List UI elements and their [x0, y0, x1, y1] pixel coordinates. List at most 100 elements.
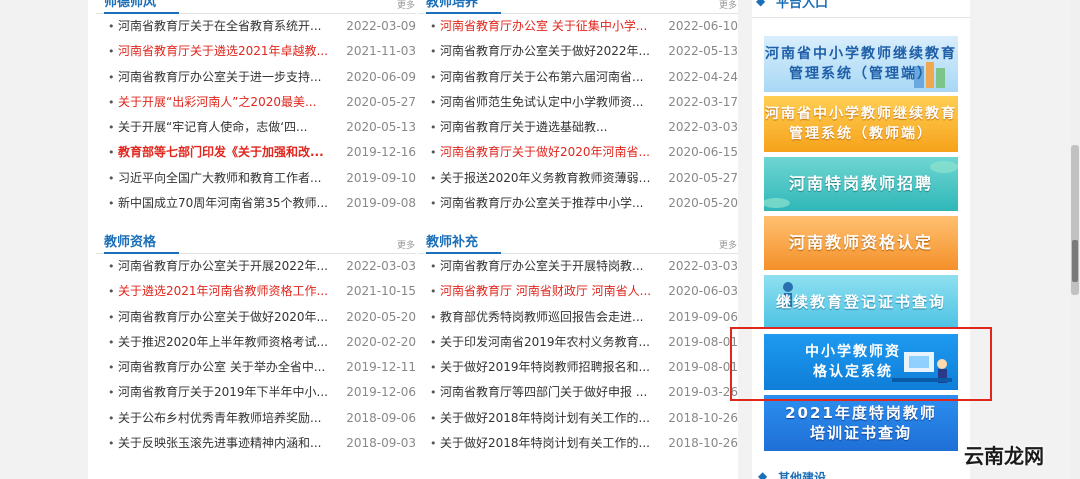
news-title-link[interactable]: 关于做好2018年特岗计划有关工作的...: [440, 406, 660, 431]
list-item[interactable]: • 河南省师范生免试认定中小学教师资... 2022-03-17: [418, 90, 738, 115]
banner-cet-teacher[interactable]: 河南省中小学教师继续教育管理系统（教师端）: [764, 96, 958, 152]
news-title-link[interactable]: 河南省教育厅办公室关于做好2022年...: [440, 39, 660, 64]
more-link[interactable]: 更多: [719, 0, 737, 11]
list-item[interactable]: • 关于做好2018年特岗计划有关工作的... 2018-10-26: [418, 431, 738, 456]
banner-qualification-cert[interactable]: 河南教师资格认定: [764, 216, 958, 270]
list-item[interactable]: • 河南省教育厅办公室关于做好2020年... 2020-05-20: [96, 305, 416, 330]
bullet-icon: •: [108, 171, 115, 185]
scrollbar[interactable]: [1070, 0, 1080, 479]
bullet-icon: •: [430, 361, 437, 375]
list-item[interactable]: • 河南省教育厅办公室关于做好2022年... 2022-05-13: [418, 39, 738, 64]
list-item[interactable]: • 关于公布乡村优秀青年教师培养奖励... 2018-09-06: [96, 406, 416, 431]
news-title-link[interactable]: 关于做好2019年特岗教师招聘报名和...: [440, 355, 660, 380]
news-title-link[interactable]: 河南省教育厅办公室关于推荐中小学...: [440, 191, 660, 216]
news-title-link[interactable]: 关于开展“牢记育人使命，志做‘四...: [118, 115, 338, 140]
news-date: 2020-05-13: [346, 120, 416, 135]
list-item[interactable]: • 教育部等七部门印发《关于加强和改... 2019-12-16: [96, 140, 416, 165]
news-title-link[interactable]: 关于报送2020年义务教育教师资薄弱环...: [440, 166, 660, 191]
news-title-link[interactable]: 河南省教育厅等四部门关于做好申报 ...: [440, 380, 660, 405]
banner-special-post-recruit[interactable]: 河南特岗教师招聘: [764, 157, 958, 211]
news-title-link[interactable]: 关于公布乡村优秀青年教师培养奖励...: [118, 406, 338, 431]
news-date: 2022-03-03: [668, 259, 738, 273]
list-item[interactable]: • 河南省教育厅等四部门关于做好申报 ... 2019-03-26: [418, 380, 738, 405]
list-item[interactable]: • 新中国成立70周年河南省第35个教师... 2019-09-08: [96, 191, 416, 216]
list-item[interactable]: • 关于推迟2020年上半年教师资格考试... 2020-02-20: [96, 330, 416, 355]
list-item[interactable]: • 关于遴选2021年河南省教师资格工作... 2021-10-15: [96, 279, 416, 304]
news-title-link[interactable]: 河南省教育厅关于公布第六届河南省...: [440, 65, 660, 90]
list-item[interactable]: • 关于印发河南省2019年农村义务教育... 2019-08-01: [418, 330, 738, 355]
list-item[interactable]: • 河南省教育厅办公室关于进一步支持... 2020-06-09: [96, 65, 416, 90]
more-link[interactable]: 更多: [719, 238, 737, 251]
news-title-link[interactable]: 新中国成立70周年河南省第35个教师...: [118, 191, 338, 216]
section-title[interactable]: 师德师风: [104, 0, 156, 12]
list-item[interactable]: • 河南省教育厅办公室 关于举办全省中... 2019-12-11: [96, 355, 416, 380]
banner-special-post-training-cert[interactable]: 2021年度特岗教师培训证书查询: [764, 395, 958, 451]
news-title-link[interactable]: 河南省教育厅办公室 关于征集中小学...: [440, 14, 660, 39]
list-item[interactable]: • 关于做好2018年特岗计划有关工作的... 2018-10-26: [418, 406, 738, 431]
news-date: 2018-10-26: [668, 436, 738, 451]
news-date: 2020-06-15: [668, 145, 738, 160]
list-item[interactable]: • 关于报送2020年义务教育教师资薄弱环... 2020-05-27: [418, 166, 738, 191]
scroll-thumb[interactable]: [1072, 240, 1078, 282]
news-title-link[interactable]: 关于推迟2020年上半年教师资格考试...: [118, 330, 338, 355]
list-item[interactable]: • 河南省教育厅办公室 关于征集中小学... 2022-06-10: [418, 14, 738, 39]
news-title-link[interactable]: 关于遴选2021年河南省教师资格工作...: [118, 279, 338, 304]
news-title-link[interactable]: 河南省教育厅关于2019年下半年中小...: [118, 380, 338, 405]
list-item[interactable]: • 河南省教育厅办公室关于推荐中小学... 2020-05-20: [418, 191, 738, 216]
news-title-link[interactable]: 教育部等七部门印发《关于加强和改...: [118, 140, 338, 165]
list-item[interactable]: • 河南省教育厅办公室关于开展特岗教... 2022-03-03: [418, 254, 738, 279]
list-item[interactable]: • 河南省教育厅关于做好2020年河南省... 2020-06-15: [418, 140, 738, 165]
more-link[interactable]: 更多: [397, 0, 415, 11]
news-title-link[interactable]: 关于开展“出彩河南人”之2020最美...: [118, 90, 338, 115]
news-date: 2018-09-06: [346, 410, 416, 425]
list-item[interactable]: • 河南省教育厅关于公布第六届河南省... 2022-04-24: [418, 65, 738, 90]
news-title-link[interactable]: 河南省师范生免试认定中小学教师资...: [440, 90, 660, 115]
banner-cet-cert-query[interactable]: 继续教育登记证书查询: [764, 275, 958, 329]
news-title-link[interactable]: 关于印发河南省2019年农村义务教育...: [440, 330, 660, 355]
bullet-icon: •: [430, 171, 437, 185]
section-training: 教师培养 更多 • 河南省教育厅办公室 关于征集中小学... 2022-06-10 •…: [418, 0, 738, 216]
section-morality: 师德师风 更多 • 河南省教育厅关于在全省教育系统开... 2022-03-09 • 河…: [96, 0, 416, 216]
banner-label: 继续教育登记证书查询: [775, 293, 946, 311]
news-title-link[interactable]: 河南省教育厅办公室关于做好2020年...: [118, 305, 338, 330]
section-title[interactable]: 教师资格: [104, 234, 156, 252]
bullet-icon: •: [108, 260, 115, 273]
list-item[interactable]: • 关于反映张玉滚先进事迹精神内涵和... 2018-09-03: [96, 431, 416, 456]
news-title-link[interactable]: 河南省教育厅关于遴选基础教...: [440, 115, 660, 140]
bullet-icon: •: [108, 285, 115, 299]
list-item[interactable]: • 关于做好2019年特岗教师招聘报名和... 2019-08-01: [418, 355, 738, 380]
news-title-link[interactable]: 河南省教育厅办公室 关于举办全省中...: [118, 355, 338, 380]
section-title[interactable]: 教师培养: [426, 0, 478, 12]
more-link[interactable]: 更多: [397, 238, 415, 251]
news-title-link[interactable]: 关于反映张玉滚先进事迹精神内涵和...: [118, 431, 338, 456]
list-item[interactable]: • 河南省教育厅办公室关于开展2022年... 2022-03-03: [96, 254, 416, 279]
list-item[interactable]: • 河南省教育厅关于2019年下半年中小... 2019-12-06: [96, 380, 416, 405]
news-date: 2020-06-09: [346, 69, 416, 84]
news-date: 2019-12-06: [346, 385, 416, 400]
list-item[interactable]: • 关于开展“牢记育人使命，志做‘四... 2020-05-13: [96, 115, 416, 140]
banner-cet-admin[interactable]: 河南省中小学教师继续教育管理系统（管理端）: [764, 36, 958, 92]
list-item[interactable]: • 关于开展“出彩河南人”之2020最美... 2020-05-27: [96, 90, 416, 115]
news-title-link[interactable]: 教育部优秀特岗教师巡回报告会走进...: [440, 305, 660, 330]
list-item[interactable]: • 河南省教育厅 河南省财政厅 河南省人... 2020-06-03: [418, 279, 738, 304]
news-date: 2022-05-13: [668, 44, 738, 59]
news-title-link[interactable]: 河南省教育厅关于在全省教育系统开...: [118, 14, 338, 39]
news-title-link[interactable]: 河南省教育厅办公室关于开展2022年...: [118, 254, 338, 279]
list-item[interactable]: • 河南省教育厅关于遴选2021年卓越教... 2021-11-03: [96, 39, 416, 64]
list-item[interactable]: • 教育部优秀特岗教师巡回报告会走进... 2019-09-06: [418, 305, 738, 330]
news-title-link[interactable]: 习近平向全国广大教师和教育工作者...: [118, 166, 338, 191]
news-title-link[interactable]: 河南省教育厅关于遴选2021年卓越教...: [118, 39, 338, 64]
news-title-link[interactable]: 河南省教育厅 河南省财政厅 河南省人...: [440, 279, 660, 304]
list-item[interactable]: • 河南省教育厅关于遴选基础教... 2022-03-03: [418, 115, 738, 140]
banner-qualification-system[interactable]: 中小学教师资格认定系统: [764, 334, 958, 390]
news-title-link[interactable]: 河南省教育厅办公室关于进一步支持...: [118, 65, 338, 90]
bullet-icon: •: [430, 70, 437, 84]
bullet-icon: •: [430, 197, 437, 211]
news-date: 2020-05-20: [346, 309, 416, 324]
list-item[interactable]: • 河南省教育厅关于在全省教育系统开... 2022-03-09: [96, 14, 416, 39]
news-title-link[interactable]: 关于做好2018年特岗计划有关工作的...: [440, 431, 660, 456]
news-title-link[interactable]: 河南省教育厅关于做好2020年河南省...: [440, 140, 660, 165]
section-title[interactable]: 教师补充: [426, 234, 478, 252]
news-title-link[interactable]: 河南省教育厅办公室关于开展特岗教...: [440, 254, 660, 279]
list-item[interactable]: • 习近平向全国广大教师和教育工作者... 2019-09-10: [96, 166, 416, 191]
